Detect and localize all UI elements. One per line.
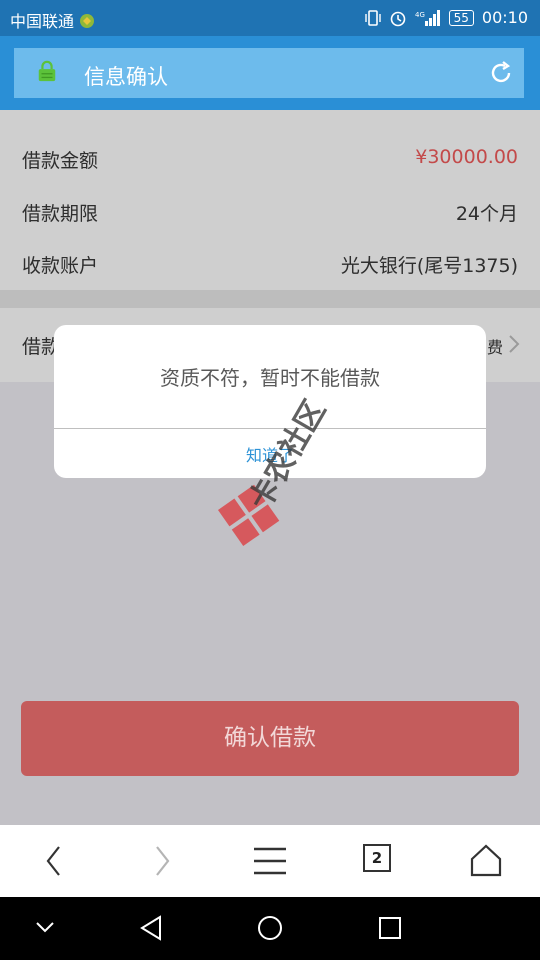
receiving-account-label: 收款账户	[22, 255, 99, 277]
browser-toolbar: 2	[0, 825, 540, 897]
battery-icon: 55	[448, 9, 474, 26]
watermark-logo: 卡农社区	[218, 395, 333, 547]
vibrate-icon	[364, 9, 381, 26]
lock-icon	[38, 60, 56, 82]
clock: 00:10	[481, 8, 528, 27]
nav-home-icon[interactable]	[257, 915, 283, 941]
loan-term-row: 借款期限 24个月	[22, 195, 518, 227]
forward-icon[interactable]	[152, 843, 172, 879]
carrier-logo-icon	[80, 14, 95, 28]
collapse-icon[interactable]	[34, 919, 56, 935]
home-icon[interactable]	[470, 843, 502, 877]
fee-row-value: 费	[487, 338, 504, 357]
page-title: 信息确认	[84, 65, 168, 89]
carrier-name: 中国联通	[10, 12, 75, 31]
header-bar: 信息确认	[14, 48, 524, 98]
menu-icon[interactable]	[253, 843, 287, 879]
refresh-icon[interactable]	[488, 60, 514, 86]
nav-recent-icon[interactable]	[378, 916, 402, 940]
confirm-loan-button[interactable]: 确认借款	[21, 701, 519, 776]
receiving-account-value: 光大银行(尾号1375)	[340, 255, 518, 277]
loan-amount-row: 借款金额 ¥30000.00	[22, 142, 518, 174]
loan-amount-label: 借款金额	[22, 150, 99, 172]
system-nav-bar	[0, 897, 540, 960]
alarm-icon	[390, 11, 405, 26]
status-right: 4G 55 00:10	[364, 8, 528, 27]
loan-info-section: 借款金额 ¥30000.00 借款期限 24个月 收款账户 光大银行(尾号137…	[0, 125, 540, 290]
4g-signal-icon: 4G	[415, 9, 440, 26]
back-icon[interactable]	[44, 843, 64, 879]
receiving-account-row: 收款账户 光大银行(尾号1375)	[22, 247, 518, 279]
chevron-right-icon	[509, 335, 520, 353]
section-divider	[0, 290, 540, 308]
loan-term-value: 24个月	[455, 203, 518, 225]
tabs-icon[interactable]: 2	[363, 844, 391, 872]
watermark-text: 卡农社区	[243, 395, 333, 516]
nav-back-icon[interactable]	[138, 914, 164, 942]
loan-term-label: 借款期限	[22, 203, 99, 225]
status-bar: 中国联通 4G 55 00:10	[0, 0, 540, 36]
svg-text:4G: 4G	[415, 11, 425, 19]
status-left: 中国联通	[10, 8, 95, 32]
loan-amount-value: ¥30000.00	[415, 146, 518, 168]
